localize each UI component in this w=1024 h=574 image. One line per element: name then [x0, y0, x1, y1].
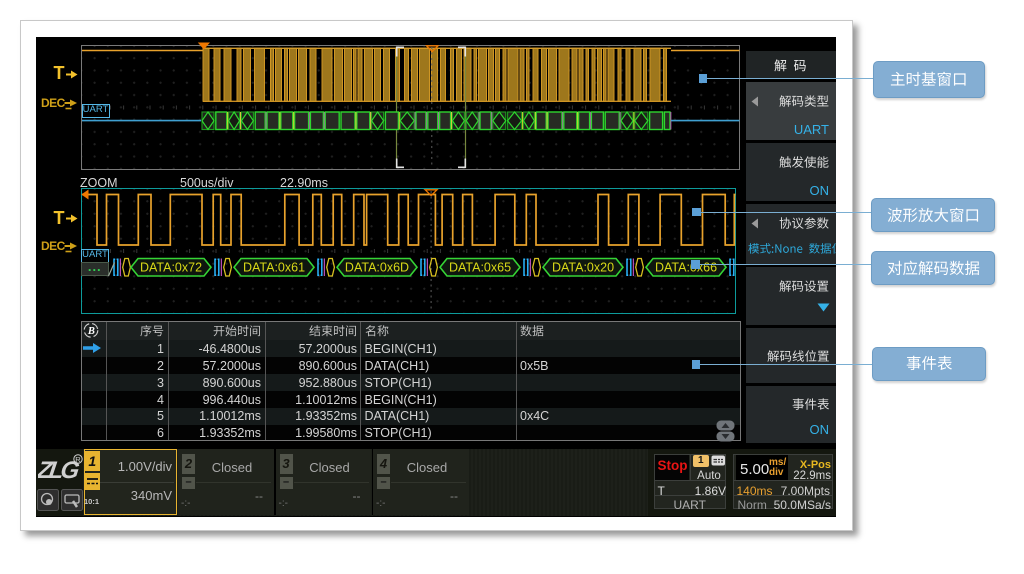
- svg-text:DATA:0x20: DATA:0x20: [552, 261, 614, 275]
- svg-text:R: R: [75, 455, 81, 464]
- svg-text:DATA:0x61: DATA:0x61: [243, 261, 305, 275]
- svg-text:B: B: [87, 326, 95, 337]
- svg-text:DATA:0x66: DATA:0x66: [655, 261, 717, 275]
- svg-text:DATA:0x65: DATA:0x65: [449, 261, 511, 275]
- svg-text:DATA:0x6D: DATA:0x6D: [345, 261, 409, 275]
- svg-text:DATA:0x72: DATA:0x72: [140, 261, 202, 275]
